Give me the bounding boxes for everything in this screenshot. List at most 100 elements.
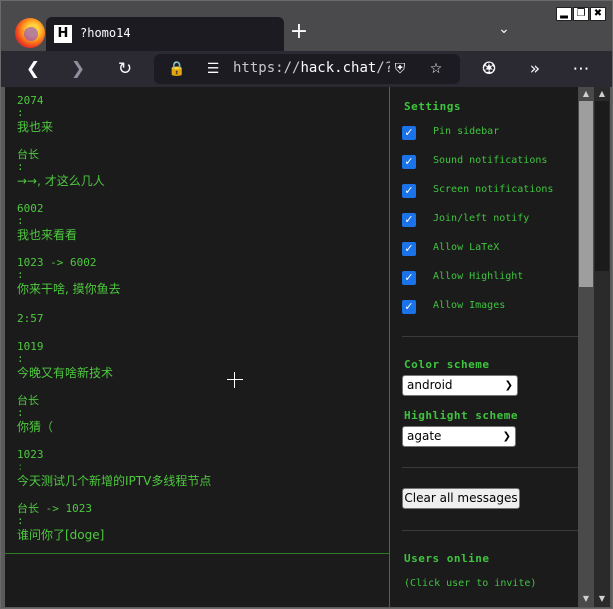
message: 台长 -> 1023 : 谁问你了[doge] — [5, 502, 390, 544]
back-icon[interactable]: ❮ — [21, 57, 45, 81]
highlight-scheme-select[interactable]: agate ❯ — [402, 426, 516, 447]
new-tab-icon[interactable]: + — [289, 19, 309, 45]
page-scrollbar-thumb[interactable] — [595, 101, 609, 271]
option-label: Sound notifications — [433, 155, 548, 166]
message: 2074 : 我也来 — [5, 94, 390, 136]
tab-title: ?homo14 — [80, 26, 131, 40]
chat-log[interactable]: 2074 : 我也来 台长 : →→, 才这么几人 6002 : 我也来看看 1… — [5, 87, 390, 553]
message-text: 你猜（ — [17, 420, 54, 434]
maximize-button[interactable]: ❐ — [573, 7, 589, 21]
nick-separator: : — [17, 214, 24, 227]
color-scheme-select[interactable]: android ❯ — [402, 375, 518, 396]
option-label: Allow Highlight — [433, 271, 524, 282]
scroll-up-icon[interactable]: ▲ — [594, 88, 610, 100]
message-nick[interactable]: 1019 — [17, 340, 390, 354]
checkbox-checked-icon[interactable]: ✓ — [402, 155, 416, 169]
bookmark-star-icon[interactable]: ☆ — [426, 59, 446, 79]
option-label: Pin sidebar — [433, 126, 500, 137]
message: 台长 : →→, 才这么几人 — [5, 148, 390, 190]
clear-all-messages-button[interactable]: Clear all messages — [402, 488, 520, 509]
chevron-down-icon: ❯ — [502, 431, 511, 442]
url-prefix: https:// — [233, 60, 301, 76]
message: 2:57 — [5, 312, 390, 326]
minimize-button[interactable]: ▂ — [556, 7, 572, 21]
chat-input[interactable] — [5, 553, 390, 607]
message-nick[interactable]: 6002 — [17, 202, 390, 216]
highlight-scheme-label: Highlight scheme — [404, 409, 518, 422]
message: 1023 -> 6002 : 你来干啥, 摸你鱼去 — [5, 256, 390, 298]
tab-active[interactable]: H ?homo14 — [46, 17, 284, 51]
checkbox-checked-icon[interactable]: ✓ — [402, 242, 416, 256]
message: 1019 : 今晚又有啥新技术 — [5, 340, 390, 382]
sidebar-scrollbar-thumb[interactable] — [579, 101, 593, 287]
message-timestamp: 2:57 — [17, 312, 44, 325]
divider — [402, 336, 578, 337]
page-content: 2074 : 我也来 台长 : →→, 才这么几人 6002 : 我也来看看 1… — [5, 87, 610, 607]
extensions-icon[interactable]: ♼ — [477, 57, 501, 81]
checkbox-checked-icon[interactable]: ✓ — [402, 126, 416, 140]
nick-separator: : — [17, 460, 24, 473]
chevron-down-icon: ❯ — [504, 380, 513, 391]
url-bar[interactable]: 🔒 ☰ https://hack.chat/?ho ⛨ ☆ — [154, 54, 460, 84]
browser-window: H ?homo14 + ⌄ ▂ ❐ ✖ ❮ ❯ ↻ 🔒 ☰ https://ha… — [0, 0, 613, 609]
close-button[interactable]: ✖ — [590, 7, 606, 21]
divider — [402, 467, 578, 468]
checkbox-checked-icon[interactable]: ✓ — [402, 184, 416, 198]
permissions-icon[interactable]: ☰ — [203, 59, 223, 79]
message-text: 我也来 — [17, 120, 54, 134]
url-host: hack.chat — [300, 60, 377, 76]
navigation-bar: ❮ ❯ ↻ 🔒 ☰ https://hack.chat/?ho ⛨ ☆ ♼ » … — [1, 51, 612, 87]
nick-separator: : — [17, 406, 24, 419]
tab-list-chevron-icon[interactable]: ⌄ — [495, 21, 513, 41]
tab-strip: H ?homo14 + ⌄ ▂ ❐ ✖ — [1, 1, 612, 51]
reload-icon[interactable]: ↻ — [113, 57, 137, 81]
nick-separator: : — [17, 106, 24, 119]
message-nick[interactable]: 台长 — [17, 394, 390, 408]
shield-icon[interactable]: ⛨ — [390, 59, 410, 79]
scrollbars: ▲ ▼ ▲ ▼ — [578, 87, 610, 607]
message-text: 我也来看看 — [17, 228, 78, 242]
message-text: 今晚又有啥新技术 — [17, 366, 114, 380]
message-text: 谁问你了[doge] — [17, 528, 105, 542]
tab-favicon-icon: H — [54, 25, 72, 43]
message-nick[interactable]: 2074 — [17, 94, 390, 108]
menu-icon[interactable]: ⋯ — [569, 57, 593, 81]
nick-separator: : — [17, 268, 24, 281]
scroll-down-icon[interactable]: ▼ — [578, 593, 594, 605]
checkbox-checked-icon[interactable]: ✓ — [402, 213, 416, 227]
option-label: Allow Images — [433, 300, 506, 311]
scroll-up-icon[interactable]: ▲ — [578, 88, 594, 100]
settings-title: Settings — [404, 100, 461, 113]
message-text: →→, 才这么几人 — [17, 174, 105, 188]
divider — [402, 530, 578, 531]
nick-separator: : — [17, 514, 24, 527]
checkbox-checked-icon[interactable]: ✓ — [402, 300, 416, 314]
nick-separator: : — [17, 160, 24, 173]
forward-icon[interactable]: ❯ — [66, 57, 90, 81]
message-text: 你来干啥, 摸你鱼去 — [17, 282, 121, 296]
highlight-scheme-value: agate — [407, 429, 442, 443]
option-label: Screen notifications — [433, 184, 554, 195]
option-label: Allow LaTeX — [433, 242, 500, 253]
users-online-title: Users online — [404, 552, 490, 565]
settings-sidebar: Settings ✓ Pin sidebar ✓ Sound notificat… — [390, 87, 578, 607]
lock-icon[interactable]: 🔒 — [167, 59, 187, 79]
invite-hint: (Click user to invite) — [404, 578, 537, 589]
message-nick[interactable]: 1023 — [17, 448, 390, 462]
nick-separator: : — [17, 352, 24, 365]
message-nick[interactable]: 台长 — [17, 148, 390, 162]
message-nick[interactable]: 台长 -> 1023 — [17, 502, 390, 516]
mouse-cursor-icon — [227, 372, 243, 388]
message: 1023 : 今天测试几个新增的IPTV多线程节点 — [5, 448, 390, 490]
option-label: Join/left notify — [433, 213, 530, 224]
message: 6002 : 我也来看看 — [5, 202, 390, 244]
firefox-logo-icon[interactable] — [15, 18, 45, 48]
message-nick[interactable]: 1023 -> 6002 — [17, 256, 390, 270]
overflow-icon[interactable]: » — [523, 57, 547, 81]
color-scheme-value: android — [407, 378, 453, 392]
message: 台长 : 你猜（ — [5, 394, 390, 436]
checkbox-checked-icon[interactable]: ✓ — [402, 271, 416, 285]
url-text[interactable]: https://hack.chat/?ho — [233, 60, 410, 76]
window-controls: ▂ ❐ ✖ — [556, 7, 606, 23]
scroll-down-icon[interactable]: ▼ — [594, 593, 610, 605]
